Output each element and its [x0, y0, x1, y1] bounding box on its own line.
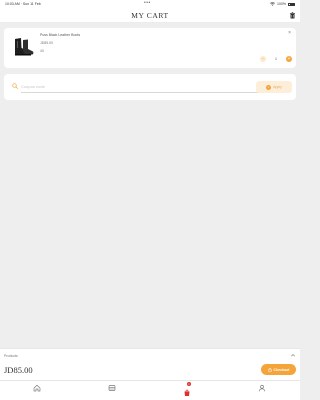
- home-icon[interactable]: [33, 384, 41, 392]
- catalog-icon[interactable]: [108, 384, 116, 392]
- bottom-tab-bar: 1: [0, 380, 300, 400]
- cart-icon: [184, 389, 190, 396]
- checkout-icon: [267, 367, 272, 372]
- page-title: MY CART: [131, 11, 169, 20]
- checkout-label: Checkout: [273, 367, 290, 372]
- total-price: JD85.00: [4, 365, 33, 375]
- product-price: JD85.00: [40, 41, 54, 45]
- coupon-code-input[interactable]: [21, 81, 259, 93]
- status-bar: 10:03 AM · Sun 11 Feb ••• 100%: [0, 0, 300, 8]
- checkmark-icon: ✓: [266, 84, 272, 90]
- order-summary-panel: Products JD85.00 Checkout: [0, 348, 300, 380]
- cart-item-card: Puss Black Leather Boots JD85.00 40 × − …: [4, 28, 296, 68]
- header: MY CART: [0, 8, 300, 23]
- profile-icon[interactable]: [258, 384, 266, 392]
- remove-item-close-icon[interactable]: ×: [288, 31, 291, 36]
- product-image[interactable]: [10, 36, 34, 58]
- apply-coupon-button[interactable]: ✓ Apply: [256, 81, 292, 93]
- trash-icon[interactable]: [289, 12, 296, 19]
- status-indicators: 100%: [270, 2, 295, 6]
- decrease-quantity-button[interactable]: −: [260, 56, 267, 62]
- battery-percent: 100%: [277, 2, 286, 6]
- tab-cart[interactable]: 1: [183, 382, 191, 396]
- product-name[interactable]: Puss Black Leather Boots: [40, 33, 80, 37]
- chevron-up-icon[interactable]: [290, 352, 296, 358]
- coupon-card: ✓ Apply: [4, 74, 296, 100]
- products-label: Products: [4, 354, 18, 358]
- apply-label: Apply: [273, 85, 282, 89]
- wifi-icon: [270, 2, 276, 6]
- product-size: 40: [40, 49, 44, 53]
- status-time: 10:03 AM · Sun 11 Feb: [5, 2, 41, 6]
- search-icon: [12, 83, 18, 89]
- quantity-value: 1: [275, 57, 277, 61]
- multitasking-dots-icon[interactable]: •••: [144, 0, 151, 6]
- quantity-stepper: − 1 +: [260, 56, 292, 62]
- cart-count-badge: 1: [187, 382, 191, 386]
- increase-quantity-button[interactable]: +: [286, 56, 292, 62]
- checkout-button[interactable]: Checkout: [261, 364, 296, 375]
- battery-icon: [288, 2, 295, 6]
